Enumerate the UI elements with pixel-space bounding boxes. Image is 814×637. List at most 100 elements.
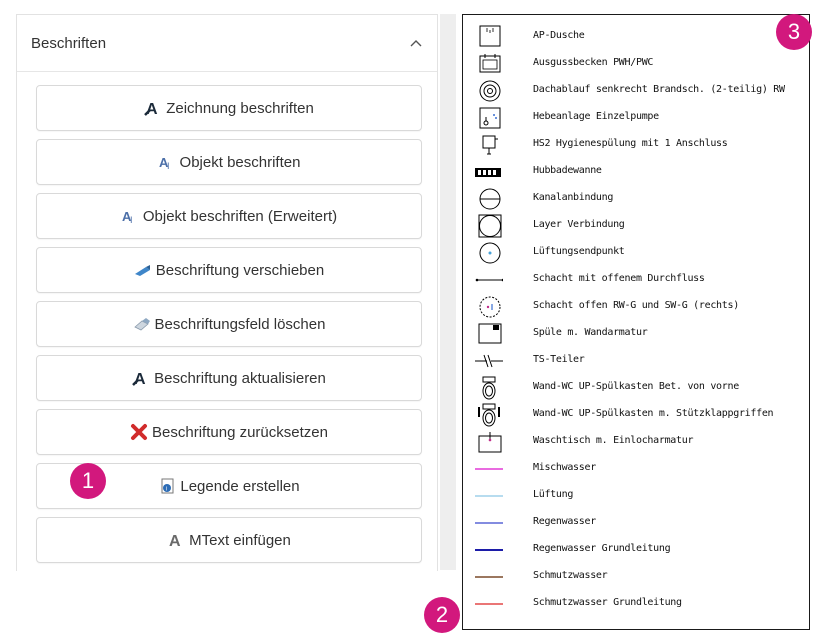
legend-item: Waschtisch m. Einlocharmatur: [463, 430, 809, 454]
legend-item: Regenwasser: [463, 511, 809, 535]
svg-text:A: A: [134, 371, 146, 387]
text-a-dark-icon: A: [144, 99, 162, 117]
button-label: Beschriftungsfeld löschen: [154, 315, 326, 333]
shaft-open-symbol: [479, 296, 501, 318]
legend-item: Schacht offen RW-G und SW-G (rechts): [463, 295, 809, 319]
legend-label: Wand-WC UP-Spülkasten m. Stützklappgriff…: [533, 408, 774, 419]
legend-label: HS2 Hygienespülung mit 1 Anschluss: [533, 138, 728, 149]
eraser-icon: [133, 315, 151, 333]
text-a-blue-icon: AI: [158, 153, 176, 171]
button-label: Legende erstellen: [180, 477, 300, 495]
legend-label: Regenwasser: [533, 516, 596, 527]
legend-label: Dachablauf senkrecht Brandsch. (2-teilig…: [533, 84, 785, 95]
legend-item: Hebeanlage Einzelpumpe: [463, 106, 809, 130]
legend-label: Kanalanbindung: [533, 192, 614, 203]
button-label: MText einfügen: [189, 531, 291, 549]
legend-label: Spüle m. Wandarmatur: [533, 327, 648, 338]
legend-item: Hubbadewanne: [463, 160, 809, 184]
layer-connection-symbol: [478, 214, 502, 238]
legend-item: Layer Verbindung: [463, 214, 809, 238]
legend-label: Hubbadewanne: [533, 165, 602, 176]
legend-item: Kanalanbindung: [463, 187, 809, 211]
legend-item: Regenwasser Grundleitung: [463, 538, 809, 562]
legend-label: Regenwasser Grundleitung: [533, 543, 671, 554]
schmutzwasser-grundleitung-line: [475, 603, 503, 605]
legend-item: Mischwasser: [463, 457, 809, 481]
legend-label: Schmutzwasser: [533, 570, 608, 581]
mtext-einfuegen-button[interactable]: A MText einfügen: [36, 517, 422, 563]
legend-label: Schacht mit offenem Durchfluss: [533, 273, 705, 284]
legend-label: Lüftung: [533, 489, 574, 500]
text-a-gray-icon: A: [167, 531, 185, 549]
svg-text:A: A: [169, 533, 181, 549]
objekt-beschriften-button[interactable]: AI Objekt beschriften: [36, 139, 422, 185]
text-a-blue-icon: AI: [121, 207, 139, 225]
ts-divider-symbol: [475, 354, 503, 368]
legend-doc-icon: i: [158, 477, 176, 495]
legend-item: Wand-WC UP-Spülkasten Bet. von vorne: [463, 376, 809, 400]
legend-label: Wand-WC UP-Spülkasten Bet. von vorne: [533, 381, 739, 392]
shower-symbol: [479, 25, 501, 47]
legend-item: Schmutzwasser: [463, 565, 809, 589]
svg-text:A: A: [146, 101, 158, 117]
chevron-up-icon[interactable]: [409, 36, 423, 50]
legend-item: Spüle m. Wandarmatur: [463, 322, 809, 346]
legend-label: AP-Dusche: [533, 30, 585, 41]
button-label: Objekt beschriften: [179, 153, 301, 171]
legend-label: Waschtisch m. Einlocharmatur: [533, 435, 694, 446]
schmutzwasser-line: [475, 576, 503, 578]
button-label: Beschriftung aktualisieren: [154, 369, 326, 387]
legend-item: TS-Teiler: [463, 349, 809, 373]
svg-text:I: I: [130, 215, 133, 225]
svg-text:i: i: [166, 487, 167, 493]
lifting-unit-symbol: [479, 107, 501, 129]
objekt-beschriften-erweitert-button[interactable]: AI Objekt beschriften (Erweitert): [36, 193, 422, 239]
regenwasser-line: [475, 522, 503, 524]
legend-label: Schacht offen RW-G und SW-G (rechts): [533, 300, 739, 311]
panel-scrollbar[interactable]: [440, 14, 456, 570]
callout-badge-1: 1: [70, 463, 106, 499]
red-x-icon: [130, 423, 148, 441]
legend-label: TS-Teiler: [533, 354, 585, 365]
legend-item: HS2 Hygienespülung mit 1 Anschluss: [463, 133, 809, 157]
legend-label: Mischwasser: [533, 462, 596, 473]
sink-basin-symbol: [479, 54, 501, 73]
lift-bathtub-symbol: [475, 168, 501, 177]
button-label: Beschriftung verschieben: [155, 261, 325, 279]
button-label: Zeichnung beschriften: [166, 99, 314, 117]
legend-item: Schacht mit offenem Durchfluss: [463, 268, 809, 292]
legend-label: Hebeanlage Einzelpumpe: [533, 111, 659, 122]
beschriftung-zuruecksetzen-button[interactable]: Beschriftung zurücksetzen: [36, 409, 422, 455]
legend-item: Lüftungsendpunkt: [463, 241, 809, 265]
wall-wc-symbol: [482, 376, 496, 400]
legend-item: AP-Dusche: [463, 25, 809, 49]
zeichnung-beschriften-button[interactable]: A Zeichnung beschriften: [36, 85, 422, 131]
mischwasser-line: [475, 468, 503, 470]
move-label-icon: [134, 261, 152, 279]
shaft-open-flow-symbol: [475, 278, 503, 282]
legend-item: Lüftung: [463, 484, 809, 508]
beschriftungsfeld-loeschen-button[interactable]: Beschriftungsfeld löschen: [36, 301, 422, 347]
text-a-dark-icon: A: [132, 369, 150, 387]
vent-endpoint-symbol: [479, 242, 501, 264]
legend-item: Wand-WC UP-Spülkasten m. Stützklappgriff…: [463, 403, 809, 427]
legend-sheet: AP-Dusche Ausgussbecken PWH/PWC Dachabla…: [462, 14, 810, 630]
legend-label: Schmutzwasser Grundleitung: [533, 597, 682, 608]
legend-label: Layer Verbindung: [533, 219, 625, 230]
legend-item: Ausgussbecken PWH/PWC: [463, 52, 809, 76]
panel-title: Beschriften: [31, 34, 107, 52]
button-label: Objekt beschriften (Erweitert): [142, 207, 338, 225]
panel-header[interactable]: Beschriften: [17, 15, 437, 72]
hygiene-flush-symbol: [482, 135, 498, 155]
kitchen-sink-symbol: [478, 323, 502, 344]
lueftung-line: [475, 495, 503, 497]
legend-label: Ausgussbecken PWH/PWC: [533, 57, 654, 68]
svg-text:I: I: [167, 161, 170, 171]
button-label: Beschriftung zurücksetzen: [152, 423, 328, 441]
washbasin-symbol: [478, 432, 502, 453]
beschriftung-aktualisieren-button[interactable]: A Beschriftung aktualisieren: [36, 355, 422, 401]
roof-drain-symbol: [479, 80, 501, 102]
callout-badge-2: 2: [424, 597, 460, 633]
beschriftung-verschieben-button[interactable]: Beschriftung verschieben: [36, 247, 422, 293]
legend-label: Lüftungsendpunkt: [533, 246, 625, 257]
